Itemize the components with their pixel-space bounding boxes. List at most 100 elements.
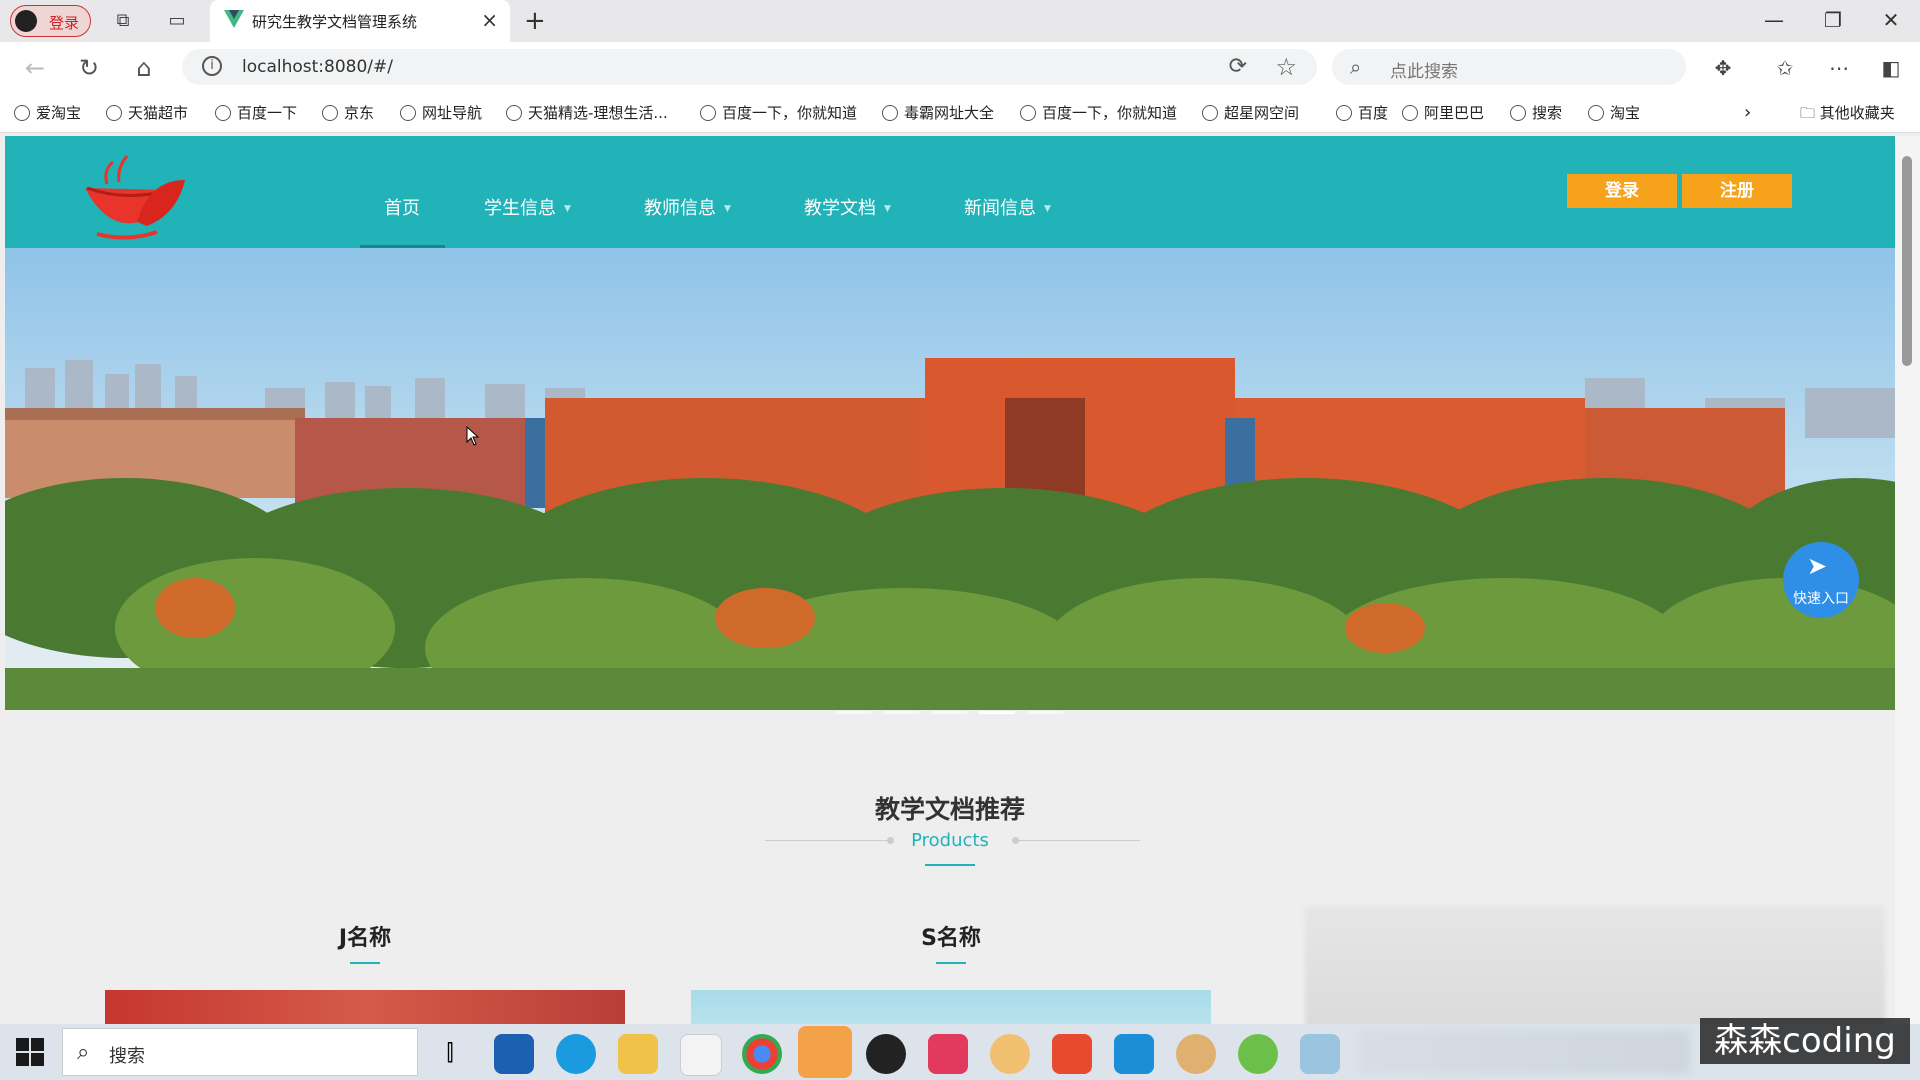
product-card-blurred: [1305, 906, 1885, 1024]
windows-start-icon[interactable]: [16, 1038, 44, 1066]
product-title[interactable]: J名称: [265, 920, 465, 952]
wechat-app-icon[interactable]: [798, 1026, 852, 1078]
file-explorer-icon[interactable]: [618, 1034, 658, 1074]
campus-photo: [5, 358, 1895, 710]
new-tab-icon[interactable]: +: [524, 6, 546, 36]
search-icon: ⌕: [1350, 55, 1362, 79]
search-icon: ⌕: [77, 1040, 90, 1065]
back-icon[interactable]: ←: [20, 54, 50, 82]
sidebar-icon[interactable]: ◧: [1876, 56, 1906, 80]
maximize-icon[interactable]: ❐: [1813, 8, 1853, 32]
bookmark-item[interactable]: 百度一下，你就知道: [1020, 102, 1177, 123]
url-text: localhost:8080/#/: [242, 57, 393, 77]
vertical-tabs-icon[interactable]: ▭: [166, 10, 188, 32]
address-bar[interactable]: i localhost:8080/#/ ⟳ ☆: [182, 49, 1317, 85]
bookmark-item[interactable]: 天猫超市: [106, 102, 188, 123]
nav-teacher-info[interactable]: 教师信息 ▼: [644, 194, 731, 220]
close-window-icon[interactable]: ✕: [1871, 8, 1911, 32]
favorite-star-icon[interactable]: ☆: [1275, 53, 1297, 81]
folder-icon: 🗀: [1800, 104, 1820, 122]
bookmark-item[interactable]: 淘宝: [1588, 102, 1640, 123]
paper-plane-icon: ➤: [1807, 552, 1828, 580]
globe-icon: [400, 105, 416, 121]
globe-icon: [14, 105, 30, 121]
quick-entry-button[interactable]: ➤ 快速入口: [1783, 542, 1859, 618]
globe-icon: [1020, 105, 1036, 121]
intellij-app-icon[interactable]: [494, 1034, 534, 1074]
carousel-dot-active[interactable]: [979, 711, 1015, 714]
search-placeholder: 点此搜索: [1390, 62, 1458, 82]
nav-news[interactable]: 新闻信息 ▼: [964, 194, 1051, 220]
product-image[interactable]: [691, 990, 1211, 1024]
register-button[interactable]: 注册: [1682, 174, 1792, 208]
workspaces-icon[interactable]: ⧉: [112, 10, 134, 32]
bookmark-item[interactable]: 百度: [1336, 102, 1388, 123]
task-view-icon[interactable]: ⫿: [430, 1034, 470, 1074]
bookmark-item[interactable]: 毒霸网址大全: [882, 102, 994, 123]
profile-button[interactable]: 登录: [10, 5, 91, 37]
extensions-icon[interactable]: ✥: [1708, 56, 1738, 80]
web-page: 首页 学生信息 ▼ 教师信息 ▼ 教学文档 ▼ 新闻信息 ▼ 登录 注册 ➤ 快…: [5, 136, 1895, 1024]
more-menu-icon[interactable]: ⋯: [1824, 56, 1854, 80]
bookmark-item[interactable]: 天猫精选-理想生活...: [506, 102, 668, 123]
user-app-icon[interactable]: [1176, 1034, 1216, 1074]
bookmark-item[interactable]: 百度一下: [215, 102, 297, 123]
page-scrollbar[interactable]: [1895, 136, 1920, 1024]
nav-student-info[interactable]: 学生信息 ▼: [484, 194, 571, 220]
blue-app-icon[interactable]: [1114, 1034, 1154, 1074]
close-tab-icon[interactable]: ×: [481, 8, 498, 32]
red-app-icon[interactable]: [928, 1034, 968, 1074]
mouse-cursor-icon: [466, 426, 480, 446]
product-underline: [936, 962, 966, 964]
qq-app-icon[interactable]: [866, 1034, 906, 1074]
bookmark-item[interactable]: 爱淘宝: [14, 102, 81, 123]
bookmark-item[interactable]: 搜索: [1510, 102, 1562, 123]
notepad-app-icon[interactable]: [680, 1034, 722, 1076]
chevron-down-icon: ▼: [564, 204, 571, 214]
chevron-down-icon: ▼: [724, 204, 731, 214]
product-underline: [350, 962, 380, 964]
product-image[interactable]: [105, 990, 625, 1024]
favorites-icon[interactable]: ✩: [1770, 56, 1800, 80]
misc-app-icon[interactable]: [1300, 1034, 1340, 1074]
carousel-dot[interactable]: [931, 711, 967, 714]
globe-icon: [700, 105, 716, 121]
carousel-dot[interactable]: [835, 711, 871, 714]
globe-icon: [1202, 105, 1218, 121]
nav-teaching-docs[interactable]: 教学文档 ▼: [804, 194, 891, 220]
chrome-app-icon[interactable]: [742, 1034, 782, 1074]
bookmark-item[interactable]: 超星网空间: [1202, 102, 1299, 123]
site-info-icon[interactable]: i: [202, 56, 222, 76]
bookmarks-overflow-icon[interactable]: ›: [1744, 102, 1751, 123]
product-title[interactable]: S名称: [851, 920, 1051, 952]
bookmark-item[interactable]: 百度一下，你就知道: [700, 102, 857, 123]
login-button[interactable]: 登录: [1567, 174, 1677, 208]
bookmark-item[interactable]: 网址导航: [400, 102, 482, 123]
translate-icon[interactable]: ⟳: [1229, 54, 1247, 79]
chevron-down-icon: ▼: [884, 204, 891, 214]
globe-icon: [882, 105, 898, 121]
watermark: 森森coding: [1700, 1018, 1910, 1064]
edge-app-icon[interactable]: [556, 1034, 596, 1074]
globe-icon: [1588, 105, 1604, 121]
nav-home[interactable]: 首页: [384, 194, 420, 220]
browser-search-box[interactable]: ⌕ 点此搜索: [1332, 49, 1686, 85]
bookmark-item[interactable]: 京东: [322, 102, 374, 123]
bookmark-item[interactable]: 阿里巴巴: [1402, 102, 1484, 123]
wps-app-icon[interactable]: [1052, 1034, 1092, 1074]
browser-tab-active[interactable]: 研究生教学文档管理系统 ×: [210, 0, 510, 42]
banner-carousel[interactable]: [5, 248, 1895, 710]
green-app-icon[interactable]: [1238, 1034, 1278, 1074]
reload-icon[interactable]: ↻: [74, 54, 104, 82]
scrollbar-thumb[interactable]: [1902, 156, 1912, 366]
site-header: 首页 学生信息 ▼ 教师信息 ▼ 教学文档 ▼ 新闻信息 ▼ 登录 注册: [5, 136, 1895, 248]
carousel-dot[interactable]: [1027, 711, 1063, 714]
carousel-dot[interactable]: [883, 711, 919, 714]
tab-title: 研究生教学文档管理系统: [252, 13, 418, 31]
chevron-down-icon: ▼: [1044, 204, 1051, 214]
other-bookmarks[interactable]: 🗀 其他收藏夹: [1800, 102, 1895, 128]
home-icon[interactable]: ⌂: [129, 54, 159, 82]
taskbar-search[interactable]: ⌕ 搜索: [62, 1028, 418, 1076]
minimize-icon[interactable]: —: [1754, 8, 1794, 32]
user-app-icon[interactable]: [990, 1034, 1030, 1074]
